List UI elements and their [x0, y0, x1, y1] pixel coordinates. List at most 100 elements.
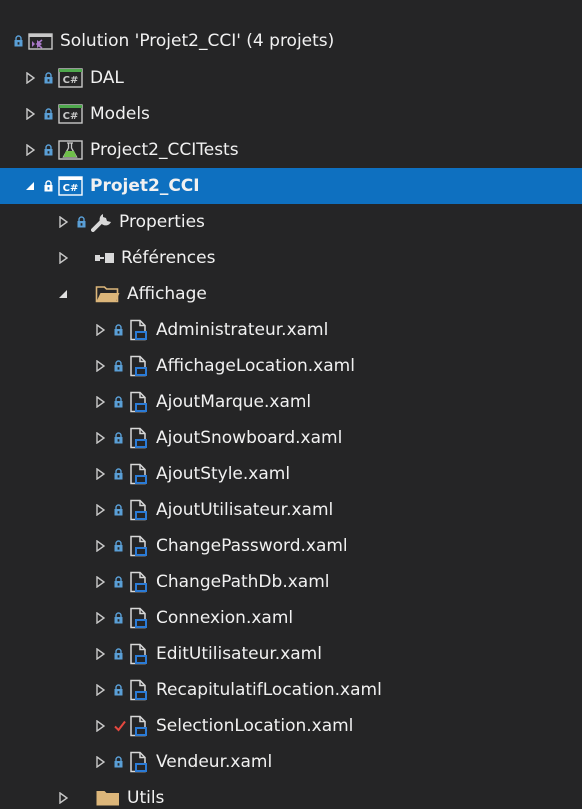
tree-item-folder-affichage[interactable]: Affichage — [0, 276, 582, 312]
expand-arrow-icon[interactable] — [22, 96, 38, 132]
xaml-file-icon — [128, 715, 150, 737]
lock-icon — [114, 500, 128, 520]
xaml-file-icon — [128, 355, 150, 377]
tree-item-label: Projet2_CCI — [90, 176, 200, 196]
tree-item-label: Project2_CCITests — [90, 140, 239, 160]
expand-arrow-icon[interactable] — [92, 744, 108, 780]
lock-icon — [114, 320, 128, 340]
tree-item-label: Models — [90, 104, 150, 124]
tree-item-properties[interactable]: Properties — [0, 204, 582, 240]
lock-icon — [114, 644, 128, 664]
expand-arrow-icon[interactable] — [92, 384, 108, 420]
tree-item-file[interactable]: Vendeur.xaml — [0, 744, 582, 780]
tree-item-file[interactable]: AjoutUtilisateur.xaml — [0, 492, 582, 528]
tree-item-file[interactable]: AjoutSnowboard.xaml — [0, 420, 582, 456]
tree-item-solution[interactable]: Solution 'Projet2_CCI' (4 projets) — [0, 22, 582, 60]
expand-arrow-icon[interactable] — [55, 780, 71, 809]
xaml-file-icon — [128, 499, 150, 521]
tree-item-label: Connexion.xaml — [156, 608, 294, 628]
expand-arrow-icon[interactable] — [22, 132, 38, 168]
tree-item-label: SelectionLocation.xaml — [156, 716, 354, 736]
tree-item-project-dal[interactable]: C# DAL — [0, 60, 582, 96]
tree-item-file[interactable]: Administrateur.xaml — [0, 312, 582, 348]
collapse-arrow-icon[interactable] — [55, 276, 71, 312]
wrench-icon — [91, 212, 113, 232]
tree-item-label: DAL — [90, 68, 124, 88]
tree-item-file[interactable]: AffichageLocation.xaml — [0, 348, 582, 384]
lock-icon — [44, 68, 58, 88]
tree-item-label: Administrateur.xaml — [156, 320, 329, 340]
checkmark-icon — [114, 716, 128, 736]
lock-icon — [114, 356, 128, 376]
lock-icon — [14, 31, 28, 51]
tree-item-file[interactable]: ChangePassword.xaml — [0, 528, 582, 564]
solution-explorer-tree: Solution 'Projet2_CCI' (4 projets) C# DA… — [0, 0, 582, 809]
lock-icon — [114, 464, 128, 484]
expand-arrow-icon[interactable] — [92, 708, 108, 744]
expand-arrow-icon[interactable] — [92, 564, 108, 600]
tree-item-label: Affichage — [127, 284, 207, 304]
tree-item-label: Solution 'Projet2_CCI' (4 projets) — [60, 31, 335, 51]
tree-item-file[interactable]: AjoutStyle.xaml — [0, 456, 582, 492]
lock-icon — [114, 680, 128, 700]
tree-item-label: Properties — [119, 212, 205, 232]
csharp-project-icon: C# — [58, 104, 84, 124]
tree-item-label: ChangePathDb.xaml — [156, 572, 330, 592]
xaml-file-icon — [128, 319, 150, 341]
expand-arrow-icon[interactable] — [55, 240, 71, 276]
tree-item-project-main[interactable]: C# Projet2_CCI — [0, 168, 582, 204]
tree-item-label: Vendeur.xaml — [156, 752, 273, 772]
lock-icon — [114, 392, 128, 412]
lock-icon — [114, 572, 128, 592]
tree-item-label: AjoutMarque.xaml — [156, 392, 312, 412]
svg-text:C#: C# — [63, 75, 79, 86]
tree-item-label: AjoutUtilisateur.xaml — [156, 500, 334, 520]
expand-arrow-icon[interactable] — [92, 528, 108, 564]
expand-arrow-icon[interactable] — [92, 600, 108, 636]
expand-arrow-icon[interactable] — [92, 672, 108, 708]
expand-arrow-icon[interactable] — [92, 492, 108, 528]
tree-item-label: AffichageLocation.xaml — [156, 356, 355, 376]
expand-arrow-icon[interactable] — [55, 204, 71, 240]
tree-item-references[interactable]: Références — [0, 240, 582, 276]
tree-item-label: Références — [121, 248, 216, 268]
lock-icon — [114, 536, 128, 556]
tree-item-label: AjoutSnowboard.xaml — [156, 428, 343, 448]
csharp-project-icon: C# — [58, 176, 84, 196]
collapse-arrow-icon[interactable] — [22, 168, 38, 204]
xaml-file-icon — [128, 535, 150, 557]
xaml-file-icon — [128, 391, 150, 413]
expand-arrow-icon[interactable] — [22, 60, 38, 96]
expand-arrow-icon[interactable] — [92, 456, 108, 492]
tree-item-file[interactable]: RecapitulatifLocation.xaml — [0, 672, 582, 708]
expand-arrow-icon[interactable] — [92, 348, 108, 384]
xaml-file-icon — [128, 463, 150, 485]
tree-item-file[interactable]: SelectionLocation.xaml — [0, 708, 582, 744]
test-project-icon — [58, 140, 84, 160]
open-folder-icon — [95, 284, 121, 304]
tree-item-file[interactable]: ChangePathDb.xaml — [0, 564, 582, 600]
tree-item-label: Utils — [127, 788, 165, 808]
tree-item-project-models[interactable]: C# Models — [0, 96, 582, 132]
tree-item-project-tests[interactable]: Project2_CCITests — [0, 132, 582, 168]
tree-item-label: RecapitulatifLocation.xaml — [156, 680, 382, 700]
lock-icon — [114, 752, 128, 772]
tree-item-file[interactable]: Connexion.xaml — [0, 600, 582, 636]
xaml-file-icon — [128, 751, 150, 773]
tree-item-label: AjoutStyle.xaml — [156, 464, 291, 484]
lock-icon — [114, 608, 128, 628]
references-icon — [95, 252, 115, 264]
lock-icon — [44, 104, 58, 124]
expand-arrow-icon[interactable] — [92, 420, 108, 456]
tree-item-file[interactable]: AjoutMarque.xaml — [0, 384, 582, 420]
lock-icon — [114, 428, 128, 448]
tree-item-label: ChangePassword.xaml — [156, 536, 348, 556]
lock-icon — [44, 140, 58, 160]
tree-item-folder-utils[interactable]: Utils — [0, 780, 582, 809]
tree-item-file[interactable]: EditUtilisateur.xaml — [0, 636, 582, 672]
xaml-file-icon — [128, 607, 150, 629]
expand-arrow-icon[interactable] — [92, 312, 108, 348]
svg-text:C#: C# — [63, 111, 79, 122]
xaml-file-icon — [128, 679, 150, 701]
expand-arrow-icon[interactable] — [92, 636, 108, 672]
